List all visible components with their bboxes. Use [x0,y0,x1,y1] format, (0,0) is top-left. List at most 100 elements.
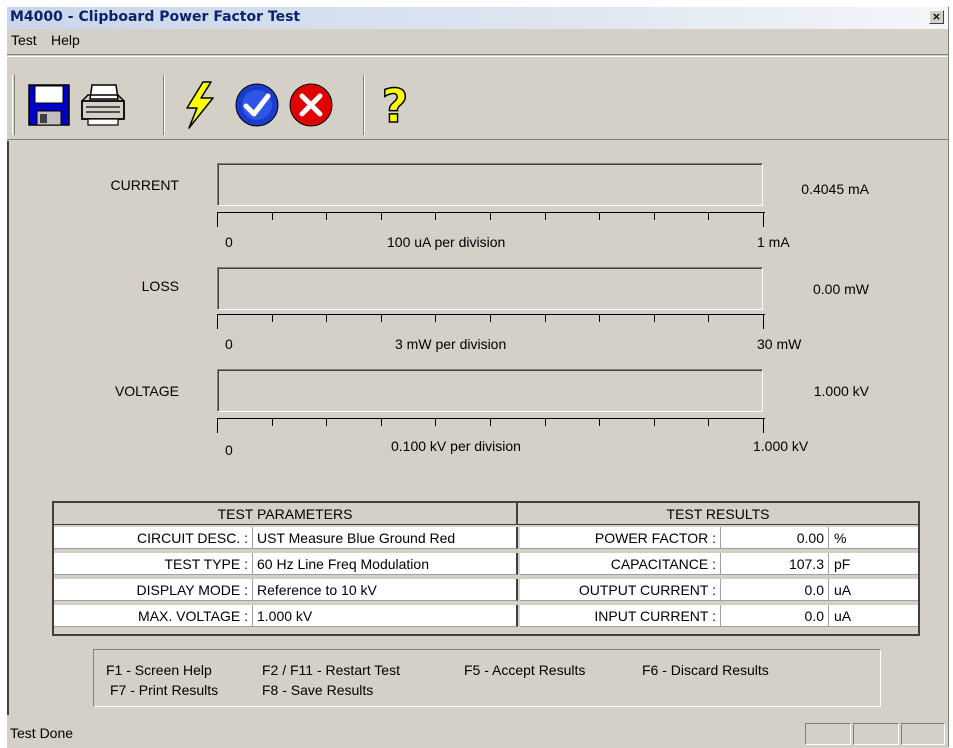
loss-max: 30 mW [757,336,802,352]
scale-tick [654,314,655,322]
current-value: 0.4045 mA [801,181,869,197]
scale-tick [599,212,600,220]
cell-divider [252,579,253,601]
voltage-min: 0 [225,442,233,458]
result-value: 107.3 [788,556,824,572]
menu-test[interactable]: Test [11,32,37,48]
parameter-value: 60 Hz Line Freq Modulation [257,556,429,572]
key-f5-accept[interactable]: F5 - Accept Results [464,662,585,678]
parameter-label: DISPLAY MODE : [136,582,248,598]
scale-tick [435,212,436,220]
scale-tick [217,212,218,227]
help-button[interactable]: ? [369,77,421,133]
key-f8-save[interactable]: F8 - Save Results [262,682,373,698]
scale-tick [545,418,546,426]
checkmark-icon [235,83,279,127]
result-label: INPUT CURRENT : [594,608,716,624]
parameter-label: MAX. VOLTAGE : [138,608,248,624]
scale-tick [599,314,600,322]
print-button[interactable] [77,77,129,133]
scale-tick [490,212,491,220]
result-row: CAPACITANCE : 107.3 pF [520,553,918,575]
loss-scale-text: 3 mW per division [395,336,507,352]
result-row: OUTPUT CURRENT : 0.0 uA [520,579,918,601]
cell-divider [720,553,721,575]
scale-tick [708,418,709,426]
cell-divider [720,579,721,601]
key-f6-discard[interactable]: F6 - Discard Results [642,662,769,678]
scale-tick [708,212,709,220]
result-unit: uA [834,582,852,598]
status-text: Test Done [10,725,74,741]
function-keys-panel: F1 - Screen Help F2 / F11 - Restart Test… [93,649,881,707]
parameter-row: MAX. VOLTAGE : 1.000 kV [54,605,518,627]
cell-divider [828,605,829,627]
result-value: 0.00 [796,530,824,546]
loss-gauge [217,267,763,310]
cell-divider [720,527,721,549]
scale-tick [381,212,382,220]
current-scale [217,212,765,228]
scale-tick [708,314,709,322]
voltage-scale-text: 0.100 kV per division [391,438,521,454]
voltage-scale [217,418,765,434]
scale-tick [326,418,327,426]
result-label: CAPACITANCE : [610,556,716,572]
current-label: CURRENT [110,177,179,193]
toolbar-separator [163,75,165,135]
close-button[interactable]: × [929,10,944,24]
parameter-value: 1.000 kV [257,608,313,624]
scale-tick [435,418,436,426]
result-row: POWER FACTOR : 0.00% [520,527,918,549]
save-button[interactable] [23,77,75,133]
current-max: 1 mA [757,234,790,250]
menu-bar: Test Help [7,29,948,55]
toolbar-grip[interactable] [12,75,15,135]
help-icon: ? [381,80,409,130]
key-f7-print[interactable]: F7 - Print Results [110,682,218,698]
parameter-value: Reference to 10 kV [257,582,377,598]
result-unit: uA [834,608,852,624]
current-gauge [217,163,763,206]
test-results-header: TEST RESULTS [518,503,918,525]
scale-tick [545,314,546,322]
cancel-icon [289,83,333,127]
result-row: INPUT CURRENT : 0.0 uA [520,605,918,627]
scale-tick [435,314,436,322]
parameter-label: TEST TYPE : [164,556,248,572]
scale-tick [599,418,600,426]
energize-button[interactable] [173,77,225,133]
discard-button[interactable] [285,77,337,133]
status-pane [805,723,851,745]
menu-help[interactable]: Help [51,32,80,48]
scale-tick [381,418,382,426]
voltage-max: 1.000 kV [753,438,809,454]
scale-tick [490,314,491,322]
test-panel: CURRENT 0 100 uA per division 1 mA 0.404… [7,141,948,715]
scale-baseline [217,314,765,315]
loss-scale [217,314,765,330]
voltage-gauge [217,369,763,412]
parameter-label: CIRCUIT DESC. : [137,530,248,546]
title-bar: M4000 - Clipboard Power Factor Test × [7,7,948,29]
result-label: OUTPUT CURRENT : [578,582,716,598]
key-f2-restart[interactable]: F2 / F11 - Restart Test [262,662,400,678]
results-panel: TEST PARAMETERS TEST RESULTS CIRCUIT DES… [52,501,920,636]
scale-baseline [217,212,765,213]
accept-button[interactable] [231,77,283,133]
help-glyph: ? [382,80,409,130]
loss-label: LOSS [141,278,179,294]
scale-tick [490,418,491,426]
cell-divider [252,527,253,549]
scale-tick [381,314,382,322]
result-value: 0.0 [804,582,824,598]
cell-divider [828,527,829,549]
voltage-value: 1.000 kV [813,383,869,399]
key-f1-help[interactable]: F1 - Screen Help [106,662,212,678]
parameter-row: TEST TYPE : 60 Hz Line Freq Modulation [54,553,518,575]
parameter-row: DISPLAY MODE : Reference to 10 kV [54,579,518,601]
scale-tick [763,418,764,433]
main-window: M4000 - Clipboard Power Factor Test × Te… [6,6,949,748]
test-parameters-header: TEST PARAMETERS [54,503,518,525]
save-icon [28,84,70,126]
